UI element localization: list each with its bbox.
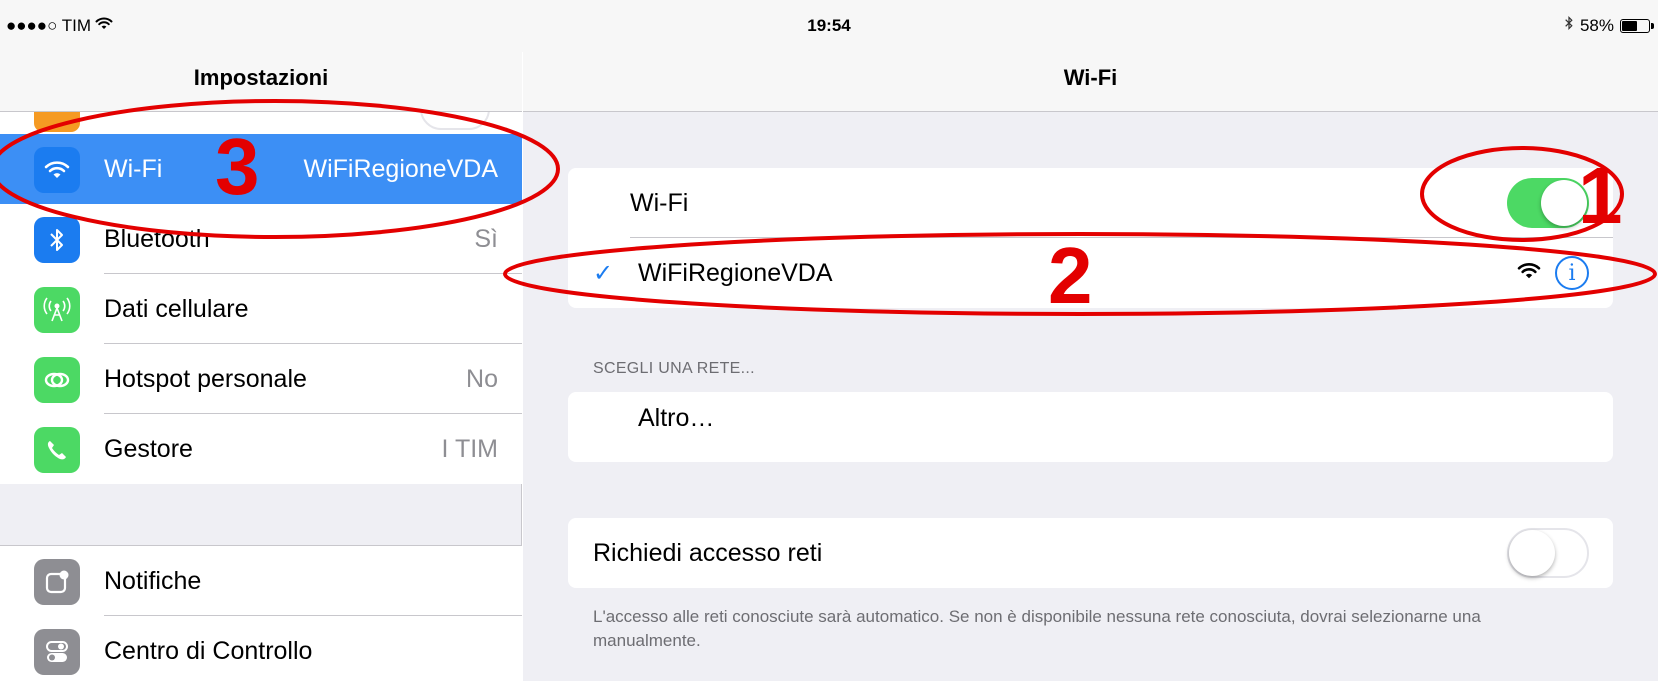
link-icon: [34, 357, 80, 403]
wifi-icon: [34, 147, 80, 193]
sidebar-item-control-center[interactable]: Centro di Controllo: [0, 616, 522, 681]
sidebar-item-value: Sì: [474, 224, 498, 253]
sidebar-item-cellular[interactable]: Dati cellulare: [0, 274, 522, 344]
toggle-knob: [1541, 180, 1587, 226]
battery-percent: 58%: [1579, 15, 1614, 35]
section-title: SCEGLI UNA RETE...: [593, 360, 755, 377]
bluetooth-status-icon: [1564, 15, 1574, 36]
sidebar-title: Impostazioni: [0, 52, 522, 112]
checkmark-icon: ✓: [593, 259, 614, 287]
sidebar-item-value: No: [466, 364, 498, 393]
status-time: 19:54: [807, 16, 851, 35]
info-icon[interactable]: i: [1555, 256, 1589, 290]
ask-join-card: Richiedi accesso reti: [568, 518, 1613, 588]
sidebar-item-label: Dati cellulare: [104, 294, 249, 323]
sidebar-item-value: WiFiRegioneVDA: [303, 154, 498, 183]
battery-icon: [1620, 18, 1654, 33]
sidebar-group-system: Notifiche Centro di Controllo: [0, 545, 522, 681]
toggles-icon: [34, 629, 80, 675]
sidebar-item-bluetooth[interactable]: Bluetooth Sì: [0, 204, 522, 274]
status-bar: ●●●●○ TIM 19:54 58%: [0, 0, 1658, 52]
toggle-knob: [1509, 530, 1555, 576]
antenna-icon: [34, 287, 80, 333]
wifi-toggle-row: Wi-Fi: [568, 168, 1613, 238]
ask-join-toggle[interactable]: [1507, 528, 1589, 578]
wifi-detail-pane: Wi-Fi Wi-Fi ✓ WiFiRegioneVDA i SCEGLI UN…: [523, 0, 1658, 681]
sidebar-item-hotspot[interactable]: Hotspot personale No: [0, 344, 522, 414]
sidebar-item-label: Bluetooth: [104, 224, 210, 253]
sidebar-item-label: Gestore: [104, 434, 193, 463]
page-title: Wi-Fi: [523, 52, 1658, 112]
ask-join-row: Richiedi accesso reti: [568, 518, 1613, 588]
phone-icon: [34, 427, 80, 473]
wifi-card: Wi-Fi ✓ WiFiRegioneVDA i: [568, 168, 1613, 308]
other-network-card: Altro…: [568, 392, 1613, 462]
connected-network-row[interactable]: ✓ WiFiRegioneVDA i: [568, 238, 1613, 308]
other-network-label: Altro…: [638, 404, 715, 432]
sidebar-partial-row[interactable]: [0, 112, 522, 134]
sidebar-item-label: Hotspot personale: [104, 364, 307, 393]
bluetooth-icon: [34, 217, 80, 263]
battery-fill: [1622, 20, 1638, 31]
sidebar-item-notifications[interactable]: Notifiche: [0, 546, 522, 616]
airplane-mode-icon: [34, 112, 80, 132]
airplane-mode-toggle[interactable]: [420, 112, 490, 130]
other-network-row[interactable]: Altro…: [568, 392, 1613, 462]
sidebar-item-label: Notifiche: [104, 566, 202, 595]
sidebar-item-wifi[interactable]: Wi-Fi WiFiRegioneVDA: [0, 134, 522, 204]
sidebar-group-connectivity: Wi-Fi WiFiRegioneVDA Bluetooth Sì Dati c…: [0, 134, 522, 484]
sidebar-item-value: I TIM: [441, 434, 498, 463]
sidebar-item-label: Wi-Fi: [104, 154, 163, 183]
notification-icon: [34, 559, 80, 605]
wifi-toggle[interactable]: [1507, 178, 1589, 228]
sidebar-item-label: Centro di Controllo: [104, 636, 313, 665]
ask-join-footer: L'accesso alle reti conosciute sarà auto…: [593, 607, 1481, 650]
status-right: 58%: [1564, 15, 1654, 36]
network-name: WiFiRegioneVDA: [638, 258, 833, 287]
wifi-signal-icon: [1517, 259, 1541, 288]
ask-join-label: Richiedi accesso reti: [593, 538, 823, 567]
sidebar-item-carrier[interactable]: Gestore I TIM: [0, 414, 522, 484]
settings-sidebar: Impostazioni Wi-Fi WiFiRegioneVDA Blueto…: [0, 0, 522, 681]
wifi-toggle-label: Wi-Fi: [630, 188, 689, 217]
